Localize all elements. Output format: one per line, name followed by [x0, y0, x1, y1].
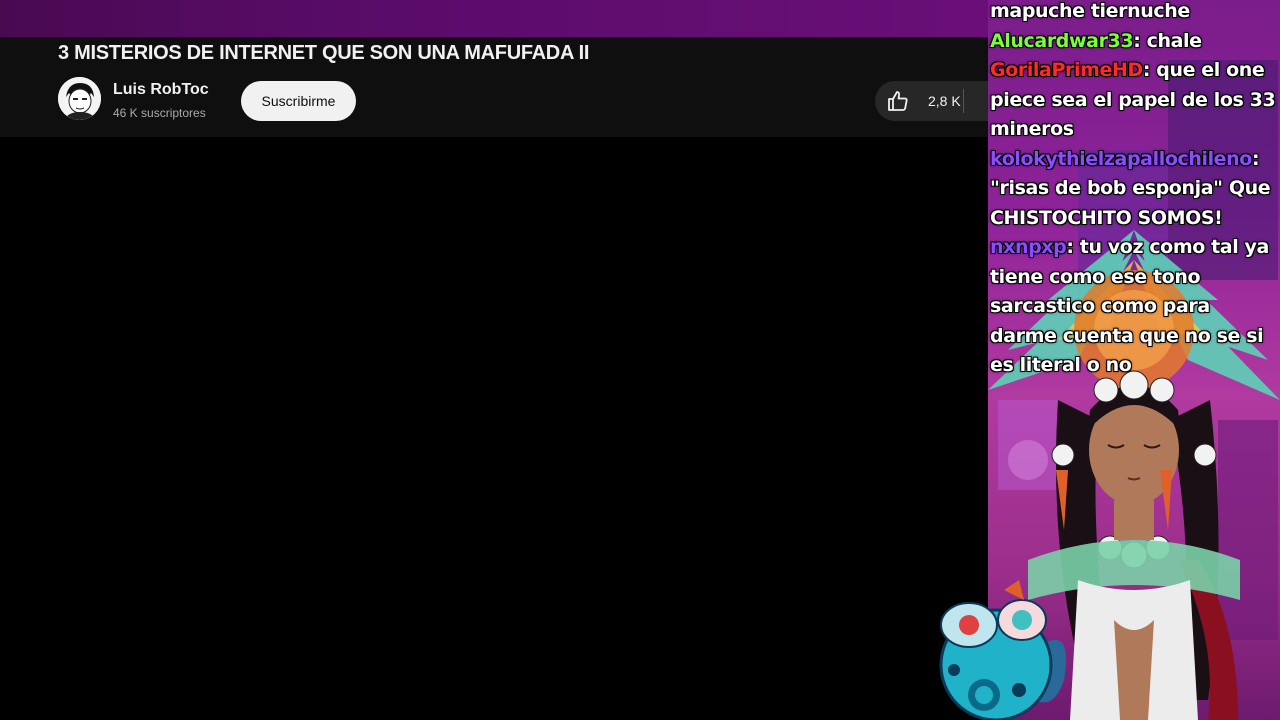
- chat-username: kolokythielzapallochileno: [990, 147, 1252, 170]
- chat-message: kolokythielzapallochileno: "risas de bob…: [990, 145, 1278, 234]
- channel-name[interactable]: Luis RobToc: [113, 81, 209, 99]
- mascot: [939, 580, 1066, 720]
- like-button[interactable]: 2,8 K: [875, 81, 988, 121]
- chat-message: Alucardwar33: chale: [990, 27, 1278, 57]
- chat-username: Alucardwar33: [990, 29, 1134, 52]
- subscribe-button[interactable]: Suscribirme: [241, 81, 356, 121]
- channel-avatar[interactable]: [58, 77, 101, 120]
- like-dislike-divider: [963, 89, 964, 113]
- chat-message-text: mapuche tiernuche: [990, 0, 1190, 22]
- like-count: 2,8 K: [928, 93, 961, 109]
- like-icon: [886, 89, 910, 113]
- top-purple-strip: [0, 0, 988, 37]
- video-title: 3 MISTERIOS DE INTERNET QUE SON UNA MAFU…: [58, 42, 590, 64]
- chat-message: GorilaPrimeHD: que el one piece sea el p…: [990, 56, 1278, 145]
- chat-username: GorilaPrimeHD: [990, 59, 1143, 81]
- video-header: 3 MISTERIOS DE INTERNET QUE SON UNA MAFU…: [0, 37, 988, 137]
- youtube-player-page: 3 MISTERIOS DE INTERNET QUE SON UNA MAFU…: [0, 37, 988, 720]
- chat-message-text: : chale: [1133, 29, 1202, 52]
- stream-chat: mapuche tiernuche Alucardwar33: chale Go…: [990, 0, 1278, 381]
- chat-message: nxnpxp: tu voz como tal ya tiene como es…: [990, 233, 1278, 381]
- video-player[interactable]: [0, 137, 988, 720]
- chat-message: mapuche tiernuche: [990, 0, 1278, 27]
- subscriber-count: 46 K suscriptores: [113, 106, 206, 120]
- chat-username: nxnpxp: [990, 236, 1067, 258]
